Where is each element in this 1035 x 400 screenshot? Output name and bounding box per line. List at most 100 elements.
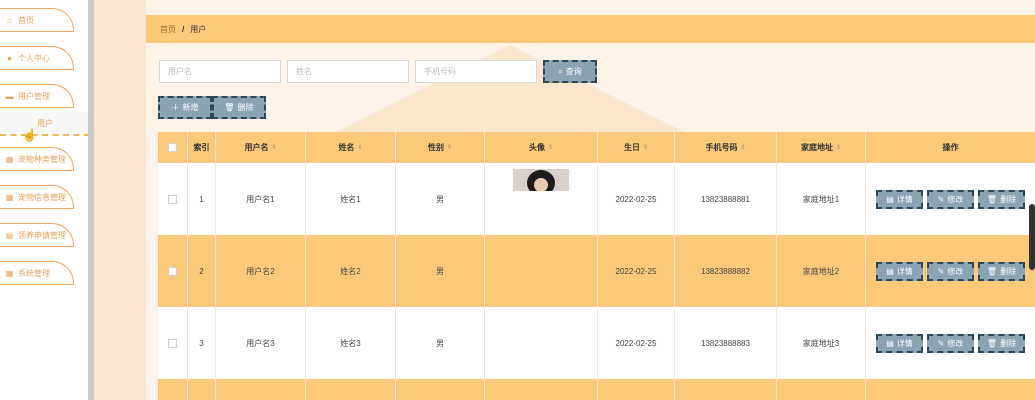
row-checkbox[interactable] — [168, 194, 177, 204]
sidebar-item-label: 系统管理 — [18, 268, 50, 278]
delete-button[interactable]: 🗑 删除 — [978, 333, 1025, 353]
cell-phone: 13823888881 — [675, 163, 777, 235]
cell-username: 用户名1 — [216, 163, 306, 235]
cell-name: 姓名1 — [306, 163, 396, 235]
main-left-strip — [94, 0, 146, 400]
cell-actions: ▤ 详情 ✎ 修改 🗑 删除 — [866, 307, 1035, 379]
sidebar-item-user-management[interactable]: ▬ 用户管理 — [0, 84, 74, 108]
column-label: 姓名 — [338, 143, 355, 152]
table-row: 2 用户名2 姓名2 男 2022-02-25 13823888882 家庭地址… — [158, 235, 1035, 307]
detail-icon: ▤ — [886, 338, 894, 348]
breadcrumb: 首页 / 用户 — [146, 15, 1035, 43]
username-search-input[interactable]: 用户名 — [159, 60, 281, 83]
detail-button[interactable]: ▤ 详情 — [876, 189, 923, 209]
edit-label: 修改 — [947, 194, 964, 204]
trash-icon: 🗑 — [986, 194, 998, 204]
delete-button[interactable]: 🗑 删除 — [978, 189, 1025, 209]
column-header-name[interactable]: 姓名 ⇕ — [306, 132, 396, 163]
scrollbar-thumb[interactable] — [1029, 204, 1035, 270]
delete-label: 删除 — [1000, 266, 1017, 276]
row-select-cell — [158, 235, 188, 307]
cell-birthday: 2022-02-25 — [598, 307, 675, 379]
cell-name: 姓名3 — [306, 307, 396, 379]
pencil-icon: ✎ — [937, 338, 945, 348]
cell-address: 家庭地址3 — [777, 307, 866, 379]
cell-username: 用户名2 — [216, 235, 306, 307]
cell-birthday: 2022-02-25 — [598, 235, 675, 307]
name-search-input[interactable]: 姓名 — [287, 60, 409, 83]
sidebar-item-label: 宠物信息管理 — [18, 192, 66, 202]
sidebar-item-adoption[interactable]: ▤ 领养申请管理 — [0, 223, 74, 247]
cell-avatar — [485, 307, 598, 379]
batch-delete-button[interactable]: 🗑 删除 — [212, 96, 266, 119]
delete-label: 删除 — [1000, 338, 1017, 348]
cell-index: 1 — [188, 163, 216, 235]
edit-button[interactable]: ✎ 修改 — [927, 333, 974, 353]
sidebar-item-home[interactable]: ⌂ 首页 — [0, 8, 74, 32]
trash-icon: 🗑 — [224, 103, 235, 112]
column-header-birthday[interactable]: 生日 ⇕ — [598, 132, 675, 163]
column-header-username[interactable]: 用户名 ⇕ — [216, 132, 306, 163]
users-icon: ▬ — [5, 91, 14, 101]
row-checkbox[interactable] — [168, 266, 177, 276]
detail-button[interactable]: ▤ 详情 — [876, 261, 923, 281]
add-button-label: 新增 — [182, 103, 199, 112]
sidebar-subitem-label: 用户 — [37, 118, 53, 128]
sort-icon: ⇕ — [446, 145, 453, 151]
edit-button[interactable]: ✎ 修改 — [927, 261, 974, 281]
background-decoration — [330, 45, 690, 135]
user-icon: ● — [7, 53, 12, 63]
row-select-cell — [158, 307, 188, 379]
column-header-actions: 操作 — [942, 143, 959, 152]
sidebar-item-system[interactable]: ▦ 系统管理 — [0, 261, 74, 285]
sort-icon: ⇕ — [642, 145, 649, 151]
edit-button[interactable]: ✎ 修改 — [927, 189, 974, 209]
sidebar: ⌂ 首页 ● 个人中心 ▬ 用户管理 用户 ☝ ▦ 宠物种类管理 ▦ 宠物信息管… — [0, 0, 90, 400]
sort-icon: ⇕ — [357, 145, 363, 151]
sidebar-subitem-user[interactable]: 用户 — [0, 112, 90, 136]
sidebar-item-label: 用户管理 — [18, 91, 50, 101]
column-header-avatar[interactable]: 头像 ⇕ — [485, 132, 598, 163]
grid-icon: ▦ — [5, 192, 14, 202]
sidebar-item-personal-center[interactable]: ● 个人中心 — [0, 46, 74, 70]
phone-search-input[interactable]: 手机号码 — [415, 60, 537, 83]
table-row — [158, 379, 1035, 400]
cell-name: 姓名2 — [306, 235, 396, 307]
plus-icon: ＋ — [171, 103, 180, 112]
table-row: 3 用户名3 姓名3 男 2022-02-25 13823888883 家庭地址… — [158, 307, 1035, 379]
sidebar-item-label: 领养申请管理 — [18, 230, 66, 240]
detail-icon: ▤ — [886, 266, 894, 276]
cell-index: 2 — [188, 235, 216, 307]
breadcrumb-current: 用户 — [190, 24, 207, 34]
query-button-label: 查询 — [565, 67, 582, 76]
table-header-row: 索引 用户名 ⇕ 姓名 ⇕ 性别 ⇕ 头像 ⇕ 生日 ⇕ 手机号码 ⇕ 家庭地址 ⇕ 操作 — [158, 132, 1035, 163]
breadcrumb-home[interactable]: 首页 — [160, 24, 176, 35]
sidebar-item-pet-category[interactable]: ▦ 宠物种类管理 — [0, 147, 74, 171]
detail-button[interactable]: ▤ 详情 — [876, 333, 923, 353]
column-header-address[interactable]: 家庭地址 ⇕ — [777, 132, 866, 163]
list-icon: ▤ — [5, 230, 14, 240]
row-select-cell — [158, 163, 188, 235]
avatar-image — [513, 169, 569, 191]
sidebar-item-label: 宠物种类管理 — [18, 154, 66, 164]
home-icon: ⌂ — [7, 15, 12, 25]
sort-icon: ⇕ — [740, 145, 746, 151]
cell-phone: 13823888882 — [675, 235, 777, 307]
query-button[interactable]: ⌕ 查询 — [543, 60, 597, 83]
cell-actions: ▤ 详情 ✎ 修改 🗑 删除 — [866, 235, 1035, 307]
row-checkbox[interactable] — [168, 338, 177, 348]
cell-index: 3 — [188, 307, 216, 379]
sort-icon: ⇕ — [547, 145, 554, 151]
input-placeholder: 手机号码 — [424, 67, 456, 76]
trash-icon: 🗑 — [986, 266, 998, 276]
add-button[interactable]: ＋ 新增 — [158, 96, 212, 119]
column-header-gender[interactable]: 性别 ⇕ — [396, 132, 485, 163]
column-header-phone[interactable]: 手机号码 ⇕ — [675, 132, 777, 163]
delete-button[interactable]: 🗑 删除 — [978, 261, 1025, 281]
hand-cursor-icon: ☝ — [22, 128, 37, 142]
table-row: 1 用户名1 姓名1 男 2022-02-25 13823888881 家庭地址… — [158, 163, 1035, 235]
sidebar-item-pet-info[interactable]: ▦ 宠物信息管理 — [0, 185, 74, 209]
detail-icon: ▤ — [886, 194, 894, 204]
select-all-checkbox[interactable] — [168, 143, 177, 152]
cell-address: 家庭地址1 — [777, 163, 866, 235]
